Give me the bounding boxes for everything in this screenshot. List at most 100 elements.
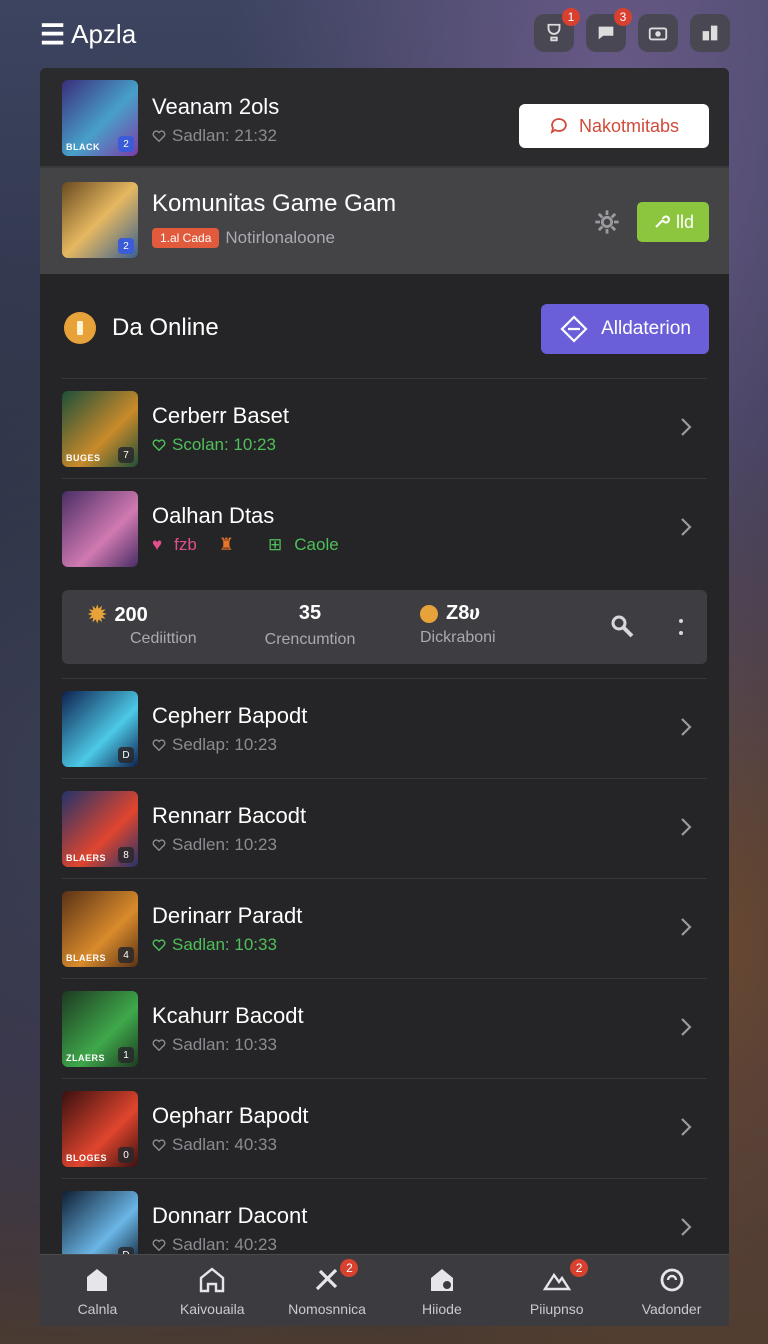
heart-outline-icon bbox=[152, 439, 166, 452]
list-item[interactable]: D Cepherr Bapodt Sedlap: 10:23 bbox=[62, 678, 707, 778]
nav-label: Kaivouaila bbox=[179, 1300, 245, 1317]
nav-badge: 2 bbox=[340, 1259, 359, 1277]
nav-item-nomosnnica[interactable]: Nomosnnica 2 bbox=[270, 1255, 385, 1326]
nav-label: Vadonder bbox=[641, 1300, 702, 1317]
thumbnail-tag: BLOGES bbox=[66, 1153, 108, 1163]
heart-outline-icon bbox=[152, 1139, 166, 1152]
featured-tag: 1.al Cada bbox=[152, 228, 220, 248]
chevron-right-icon bbox=[681, 1218, 692, 1236]
list-item[interactable]: BLAERS 4 Derinarr Paradt Sadlan: 10:33 bbox=[62, 878, 707, 978]
chat-badge: 3 bbox=[614, 8, 632, 26]
trophy-icon bbox=[547, 23, 561, 42]
top-bar: ☰ Apzla 1 3 bbox=[0, 0, 768, 66]
trophy-button[interactable]: 1 bbox=[534, 8, 580, 52]
section-title: Da Online bbox=[112, 314, 219, 341]
nav-item-vadonder[interactable]: Vadonder bbox=[614, 1255, 729, 1326]
menu-icon[interactable]: ☰ bbox=[40, 18, 65, 51]
grid-button[interactable] bbox=[690, 14, 730, 52]
nav-label: Nomosnnica bbox=[288, 1300, 366, 1317]
thumbnail-tag: BLAERS bbox=[66, 853, 107, 863]
chevron-right-icon bbox=[681, 1118, 692, 1136]
alldaterion-button[interactable]: Alldaterion bbox=[541, 304, 709, 354]
item-thumbnail: BLAERS 4 bbox=[62, 891, 138, 967]
item-title: Rennarr Bacodt bbox=[152, 803, 307, 828]
item-title: Donnarr Dacont bbox=[152, 1203, 308, 1228]
item-title: Cepherr Bapodt bbox=[152, 703, 308, 728]
nakotmitabs-button[interactable]: Nakotmitabs bbox=[519, 104, 709, 148]
wrench-icon[interactable] bbox=[607, 612, 637, 642]
group-icon bbox=[542, 1272, 571, 1290]
item-title: Cerberr Baset bbox=[152, 403, 289, 428]
bottom-navigation: Calnla Kaivouaila Nomosnnica 2 Hiiode Piiupns… bbox=[40, 1254, 729, 1326]
nav-item-piiupnso[interactable]: Piiupnso 2 bbox=[499, 1255, 614, 1326]
featured-meta: 1.al Cada Notirlonaloone bbox=[152, 228, 335, 248]
thumbnail-badge: 1 bbox=[118, 1047, 134, 1063]
more-vertical-icon[interactable] bbox=[677, 612, 685, 642]
nav-label: Calnla bbox=[77, 1300, 118, 1317]
featured-community[interactable]: 2 Komunitas Game Gam 1.al Cada Notirlona… bbox=[40, 168, 729, 274]
nav-item-hiiode[interactable]: Hiiode bbox=[384, 1255, 499, 1326]
item-meta: ♥ fzb ♜ ⊞ Caole bbox=[152, 535, 339, 555]
nakotmitabs-label: Nakotmitabs bbox=[578, 115, 680, 136]
featured-subtitle: Notirlonaloone bbox=[225, 228, 336, 247]
online-section-header: Da Online Alldaterion bbox=[40, 274, 729, 378]
item-thumbnail: BUGES 7 bbox=[62, 391, 138, 467]
item-time-row: Sadlan: 40:23 bbox=[152, 1235, 277, 1255]
nav-item-kaivouaila[interactable]: Kaivouaila bbox=[155, 1255, 270, 1326]
heart-outline-icon bbox=[152, 739, 166, 752]
thumbnail-tag: BLACK bbox=[66, 142, 100, 152]
alldaterion-label: Alldaterion bbox=[601, 318, 691, 339]
featured-thumbnail: 2 bbox=[62, 182, 138, 258]
gear-icon[interactable] bbox=[593, 208, 621, 236]
notification-title: Veanam 2ols bbox=[152, 94, 280, 119]
thumbnail-badge: 8 bbox=[118, 847, 134, 863]
notification-row[interactable]: BLACK 2 Veanam 2ols Sadlan: 21:32 Nakotm… bbox=[40, 68, 729, 168]
camera-button[interactable] bbox=[638, 14, 678, 52]
notification-thumbnail: BLACK 2 bbox=[62, 80, 138, 156]
list-item[interactable]: BUGES 7 Cerberr Baset Scolan: 10:23 bbox=[62, 378, 707, 478]
tools-icon bbox=[315, 1268, 338, 1290]
thumbnail-tag: ZLAERS bbox=[66, 1053, 105, 1063]
chat-button[interactable]: 3 bbox=[586, 8, 632, 52]
nav-label: Hiiode bbox=[422, 1300, 462, 1317]
item-title: Kcahurr Bacodt bbox=[152, 1003, 304, 1028]
thumbnail-badge: 7 bbox=[118, 447, 134, 463]
item-meta-1: fzb bbox=[174, 535, 197, 554]
item-time: Sadlan: 40:23 bbox=[172, 1235, 277, 1254]
fire-icon: ♜ bbox=[218, 535, 235, 554]
chevron-right-icon bbox=[681, 518, 692, 536]
app-brand[interactable]: ☰ Apzla bbox=[40, 18, 136, 51]
stat-cediittion: ✹ 200 Cediittion bbox=[88, 602, 197, 648]
list-item[interactable]: Oalhan Dtas ♥ fzb ♜ ⊞ Caole bbox=[62, 478, 707, 578]
thumbnail-badge: D bbox=[118, 747, 134, 763]
stats-icon: ⊞ bbox=[268, 535, 283, 554]
heart-outline-icon bbox=[152, 939, 166, 952]
camera-icon bbox=[648, 27, 668, 41]
stats-bar: ✹ 200 Cediittion 35 Crencumtion Z8ሀ Dickr… bbox=[62, 590, 707, 664]
lantern-icon bbox=[64, 312, 96, 344]
item-time: Scolan: 10:23 bbox=[172, 435, 276, 454]
stat-value: 35 bbox=[298, 602, 322, 624]
featured-title: Komunitas Game Gam bbox=[152, 190, 397, 217]
list-item[interactable]: ZLAERS 1 Kcahurr Bacodt Sadlan: 10:33 bbox=[62, 978, 707, 1078]
heart-outline-icon bbox=[152, 1239, 166, 1252]
featured-thumbnail-badge: 2 bbox=[118, 238, 134, 254]
trophy-badge: 1 bbox=[562, 8, 580, 26]
nav-badge: 2 bbox=[570, 1259, 589, 1277]
heart-filled-icon: ♥ bbox=[152, 535, 163, 554]
nav-item-calnla[interactable]: Calnla bbox=[40, 1255, 155, 1326]
chevron-right-icon bbox=[681, 818, 692, 836]
chevron-right-icon bbox=[681, 418, 692, 436]
item-meta-3: Caole bbox=[294, 535, 339, 554]
item-thumbnail: ZLAERS 1 bbox=[62, 991, 138, 1067]
thumbnail-tag: BUGES bbox=[66, 453, 101, 463]
add-button[interactable]: lld bbox=[637, 202, 709, 242]
list-item[interactable]: BLOGES 0 Oepharr Bapodt Sadlan: 40:33 bbox=[62, 1078, 707, 1178]
thumbnail-badge: 0 bbox=[118, 1147, 134, 1163]
stat-dickraboni: Z8ሀ Dickraboni bbox=[420, 602, 496, 647]
stat-label: Dickraboni bbox=[420, 629, 496, 646]
refresh-icon bbox=[660, 1268, 683, 1291]
house-gear-icon bbox=[430, 1268, 453, 1291]
stat-label: Crencumtion bbox=[264, 631, 356, 648]
list-item[interactable]: BLAERS 8 Rennarr Bacodt Sadlen: 10:23 bbox=[62, 778, 707, 878]
